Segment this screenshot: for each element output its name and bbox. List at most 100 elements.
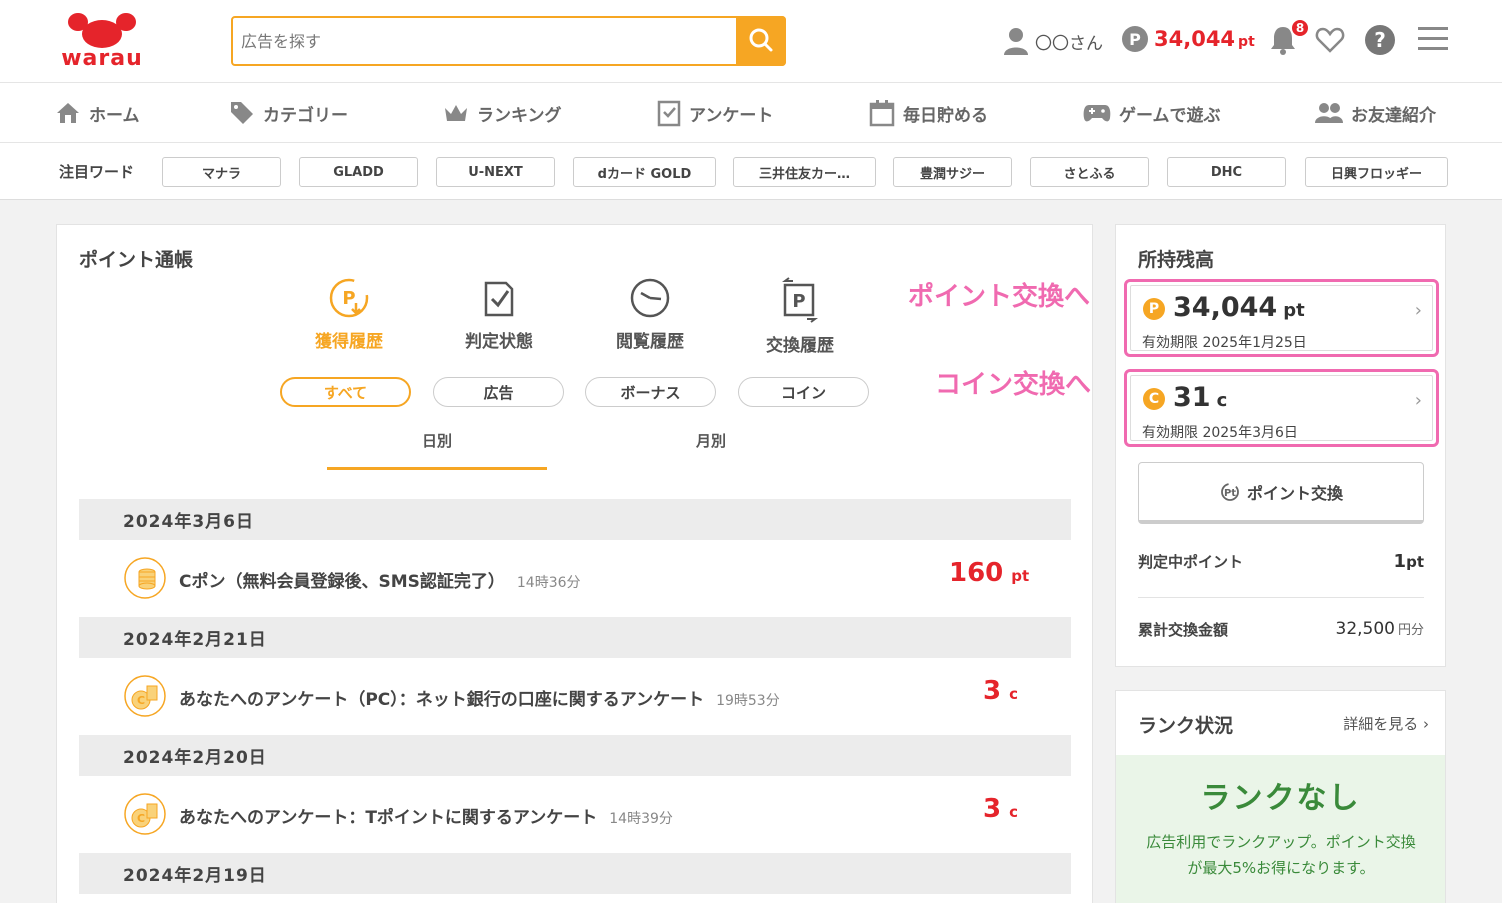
rank-description: 広告利用でランクアップ。ポイント交換が最大5%お得になります。: [1146, 833, 1416, 877]
svg-text:C: C: [137, 694, 145, 707]
point-coin-icon: P: [1122, 26, 1148, 52]
crown-icon: [445, 105, 467, 121]
history-entry[interactable]: Cポン（無料会員登録後、SMS認証完了） 14時36分 160 pt: [79, 540, 1071, 617]
tab-judgement-status-label: 判定状態: [465, 332, 533, 352]
nav-survey[interactable]: アンケート: [657, 83, 773, 143]
coins-expiry: 有効期限 2025年3月6日: [1142, 425, 1298, 441]
tab-browse-history[interactable]: 閲覧履歴: [590, 277, 710, 352]
earned-point-icon: P: [329, 278, 369, 318]
keyword-label: 注目ワード: [59, 163, 135, 181]
tab-exchange-history-label: 交換履歴: [766, 336, 834, 356]
nav-games[interactable]: ゲームで遊ぶ: [1083, 83, 1221, 143]
svg-text:C: C: [137, 812, 145, 825]
tab-daily[interactable]: 日別: [327, 430, 547, 470]
home-icon: [57, 103, 79, 123]
help-icon[interactable]: ?: [1365, 25, 1395, 55]
entry-value: 3c: [983, 794, 1018, 824]
tab-earned-history[interactable]: P 獲得履歴: [289, 277, 409, 352]
search-button[interactable]: [736, 16, 786, 66]
logo-text: warau: [61, 46, 143, 71]
points-balance-card[interactable]: P 34,044 pt 有効期限 2025年1月25日 ›: [1124, 279, 1439, 357]
nav-daily[interactable]: 毎日貯める: [869, 83, 988, 143]
entry-title: あなたへのアンケート：Tポイントに関するアンケート 14時39分: [179, 808, 673, 828]
points-expiry: 有効期限 2025年1月25日: [1142, 335, 1307, 351]
rank-panel: ランク状況 詳細を見る › ランクなし 広告利用でランクアップ。ポイント交換が最…: [1115, 690, 1446, 903]
coins-balance-card[interactable]: C 31 c 有効期限 2025年3月6日 ›: [1124, 369, 1439, 447]
passbook-title: ポイント通帳: [79, 249, 194, 271]
annotation-coins-exchange: コイン交換へ: [935, 370, 1092, 400]
filter-bonus[interactable]: ボーナス: [585, 377, 716, 407]
tab-judgement-status[interactable]: 判定状態: [439, 277, 559, 352]
entry-time: 14時36分: [516, 575, 581, 591]
filter-all[interactable]: すべて: [280, 377, 411, 407]
entry-value: 3c: [983, 676, 1018, 706]
user-menu[interactable]: 〇〇さん: [1003, 24, 1103, 58]
rank-body: ランクなし 広告利用でランクアップ。ポイント交換が最大5%お得になります。: [1116, 755, 1445, 903]
entry-value: 160 pt: [949, 558, 1030, 588]
chevron-right-icon: ›: [1414, 390, 1422, 411]
heart-icon[interactable]: [1315, 25, 1345, 55]
date-header: 2024年3月6日: [79, 499, 1071, 540]
coins-balance-value: 31 c: [1173, 382, 1228, 413]
pending-points-row: 判定中ポイント 1pt: [1138, 541, 1424, 581]
coin-stack-icon: [124, 557, 166, 599]
rank-status: ランクなし: [1200, 781, 1361, 816]
entry-time: 14時39分: [609, 811, 673, 827]
keyword-chip[interactable]: DHC: [1167, 157, 1286, 187]
nav-home[interactable]: ホーム: [55, 83, 140, 143]
balance-title: 所持残高: [1138, 249, 1215, 271]
keyword-chip[interactable]: 豊潤サジー: [893, 157, 1012, 187]
svg-text:P: P: [792, 291, 805, 312]
point-coin-icon: P: [1143, 298, 1165, 320]
notification-badge: 8: [1290, 18, 1310, 38]
keyword-chip[interactable]: 日興フロッギー: [1305, 157, 1448, 187]
search-input[interactable]: [241, 26, 731, 56]
search-icon: [749, 28, 773, 52]
entry-title: あなたへのアンケート（PC）：ネット銀行の口座に関するアンケート 19時53分: [179, 690, 780, 710]
divider: [1138, 597, 1424, 598]
history-entry[interactable]: C あなたへのアンケート：Tポイントに関するアンケート 14時39分 3c: [79, 776, 1071, 853]
date-header: 2024年2月19日: [79, 853, 1071, 894]
total-exchange-label: 累計交換金額: [1138, 620, 1229, 639]
point-exchange-button[interactable]: Pt ポイント交換: [1138, 462, 1424, 524]
keyword-chip[interactable]: マナラ: [162, 157, 281, 187]
coin-icon: C: [124, 793, 166, 835]
filter-ads[interactable]: 広告: [433, 377, 564, 407]
pending-points-value: 1pt: [1393, 550, 1424, 572]
nav-category[interactable]: カテゴリー: [229, 83, 348, 143]
survey-icon: [657, 100, 681, 127]
header-points[interactable]: P 34,044 pt: [1122, 26, 1255, 52]
keyword-chip[interactable]: GLADD: [299, 157, 418, 187]
annotation-points-exchange: ポイント交換へ: [908, 282, 1091, 312]
nav-survey-label: アンケート: [689, 105, 774, 126]
svg-text:Pt: Pt: [1224, 488, 1236, 499]
keyword-chip[interactable]: 三井住友カー…: [733, 157, 876, 187]
keyword-bar: 注目ワード マナラ GLADD U-NEXT dカード GOLD 三井住友カー……: [0, 143, 1502, 200]
hamburger-menu-icon[interactable]: [1418, 26, 1448, 52]
keyword-chip[interactable]: U-NEXT: [436, 157, 555, 187]
warau-logo[interactable]: warau: [60, 12, 144, 71]
balance-panel: 所持残高 P 34,044 pt 有効期限 2025年1月25日 › C 31 c …: [1115, 224, 1446, 667]
total-exchange-row: 累計交換金額 32,500 円分: [1138, 609, 1424, 649]
nav-ranking[interactable]: ランキング: [443, 83, 562, 143]
tab-earned-history-label: 獲得履歴: [315, 332, 383, 352]
coin-icon: C: [1143, 388, 1165, 410]
keyword-chip[interactable]: dカード GOLD: [573, 157, 716, 187]
main-nav: ホーム カテゴリー ランキング アンケート 毎日貯める ゲームで遊ぶ お友達紹介: [0, 83, 1502, 143]
user-name: 〇〇さん: [1035, 33, 1103, 54]
rank-details-link[interactable]: 詳細を見る ›: [1343, 713, 1429, 734]
user-icon: [1004, 28, 1028, 55]
chevron-right-icon: ›: [1423, 715, 1429, 733]
filter-coin[interactable]: コイン: [738, 377, 869, 407]
total-exchange-value: 32,500 円分: [1335, 619, 1425, 639]
tab-monthly[interactable]: 月別: [601, 430, 821, 470]
exchange-icon: Pt: [1221, 482, 1239, 501]
nav-friends[interactable]: お友達紹介: [1315, 83, 1436, 143]
coin-icon: C: [124, 675, 166, 717]
tag-icon: [231, 102, 253, 124]
history-entry[interactable]: C あなたへのアンケート（PC）：ネット銀行の口座に関するアンケート 19時53分…: [79, 658, 1071, 735]
tab-exchange-history[interactable]: P 交換履歴: [740, 277, 860, 356]
points-balance-value: 34,044 pt: [1173, 292, 1305, 323]
tab-browse-history-label: 閲覧履歴: [616, 332, 684, 352]
keyword-chip[interactable]: さとふる: [1030, 157, 1149, 187]
